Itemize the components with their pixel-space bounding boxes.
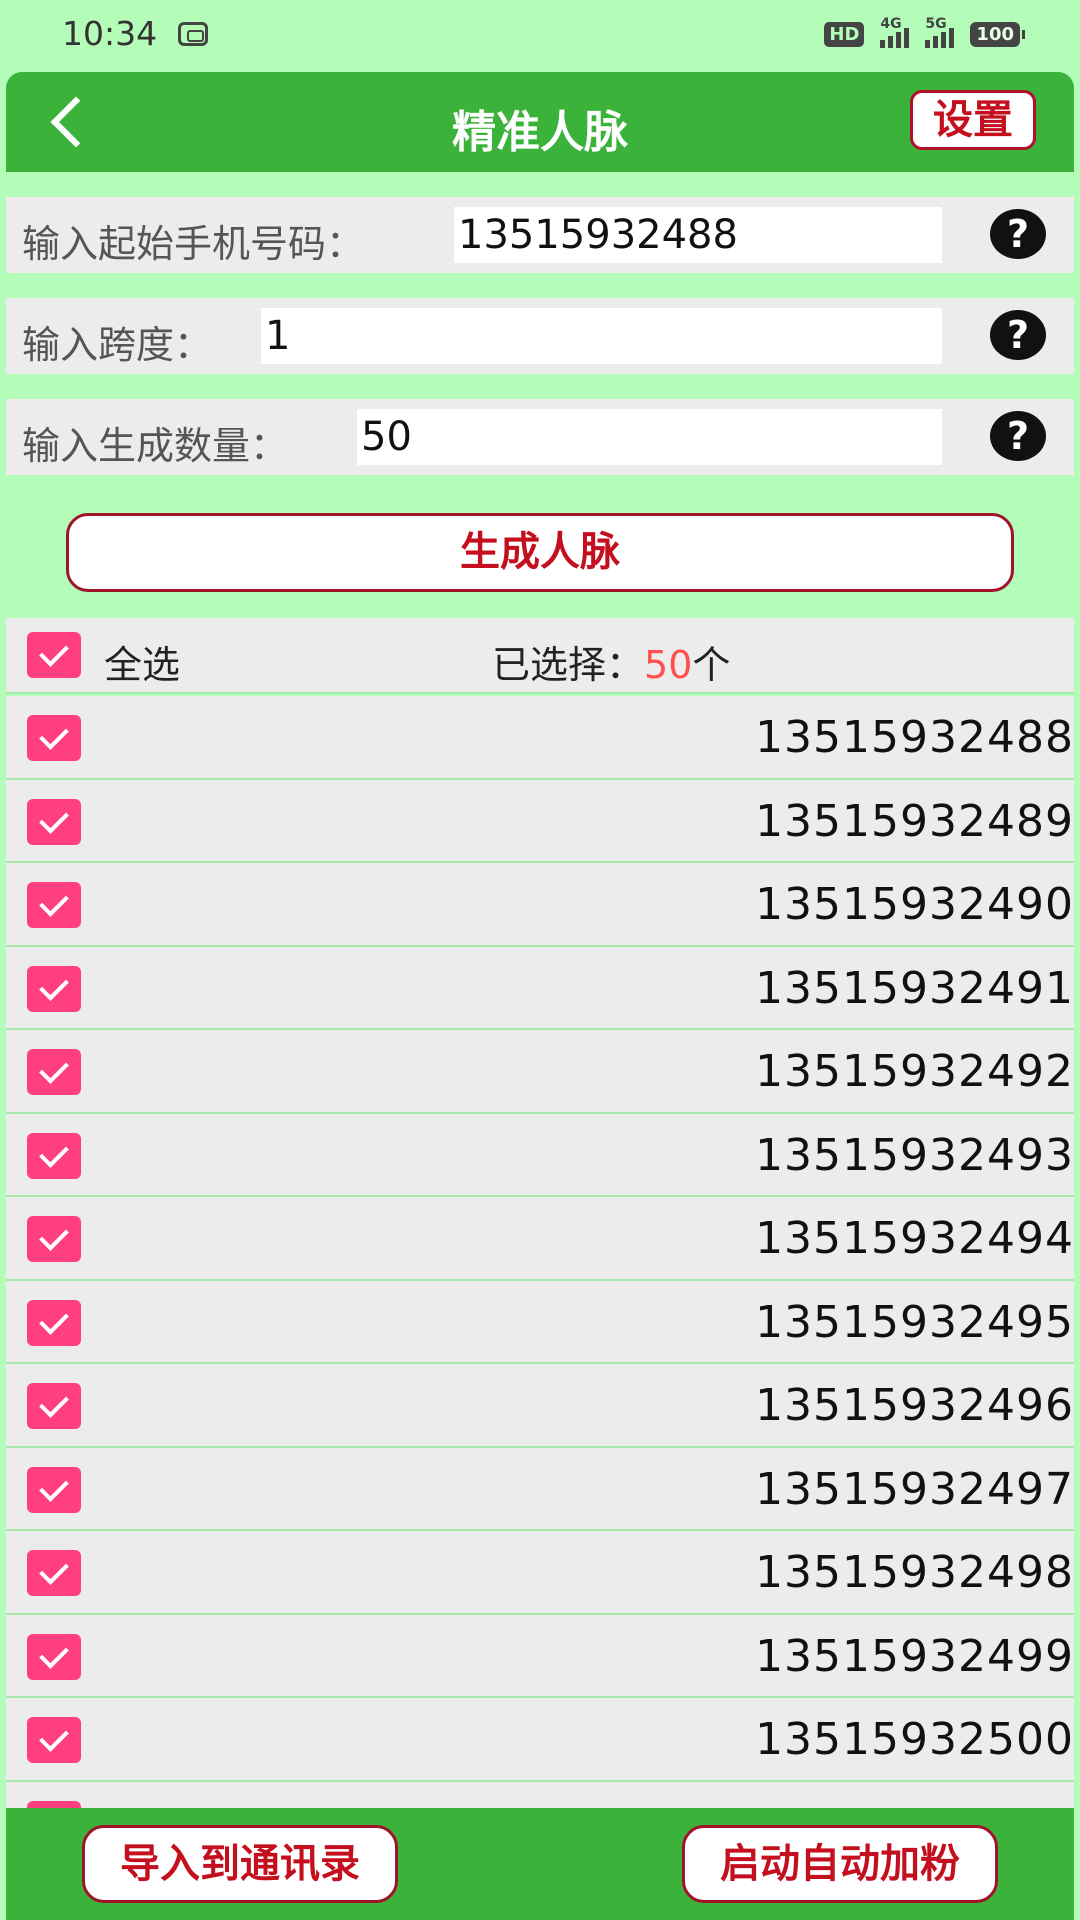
span-row: 输入跨度： ?	[6, 298, 1074, 374]
list-item[interactable]: 13515932497	[6, 1447, 1074, 1531]
item-checkbox[interactable]	[27, 965, 81, 1012]
list-item[interactable]: 13515932498	[6, 1531, 1074, 1615]
start-number-label: 输入起始手机号码：	[22, 222, 365, 266]
item-checkbox[interactable]	[27, 715, 81, 761]
import-contacts-button[interactable]: 导入到通讯录	[82, 1825, 398, 1903]
select-all-bar: 全选 已选择：50个	[6, 618, 1074, 694]
list-item[interactable]: 13515932494	[6, 1197, 1074, 1281]
phone-number: 13515932492	[755, 1046, 1074, 1097]
item-checkbox[interactable]	[27, 1049, 81, 1095]
status-bar: 10:34 HD 4G 5G 100	[0, 0, 1080, 72]
signal-4g-label: 4G	[880, 16, 902, 32]
help-icon[interactable]: ?	[990, 310, 1046, 360]
message-icon	[178, 22, 208, 46]
selected-count-text: 已选择：50个	[492, 634, 730, 689]
phone-number: 13515932498	[755, 1547, 1074, 1598]
bottom-action-bar: 导入到通讯录 启动自动加粉	[6, 1808, 1074, 1920]
selected-suffix: 个	[692, 643, 731, 687]
span-label: 输入跨度：	[22, 323, 213, 367]
list-item[interactable]: 13515932500	[6, 1698, 1074, 1782]
signal-5g-label: 5G	[925, 16, 947, 32]
item-checkbox[interactable]	[27, 1800, 81, 1808]
phone-number: 13515932495	[755, 1296, 1074, 1348]
item-checkbox[interactable]	[27, 1299, 81, 1346]
phone-number: 13515932499	[755, 1630, 1074, 1682]
select-all-label[interactable]: 全选	[104, 634, 180, 689]
item-checkbox[interactable]	[27, 1216, 81, 1262]
signal-4g-icon: 4G	[880, 16, 910, 48]
list-item[interactable]: 13515932493	[6, 1113, 1074, 1197]
item-checkbox[interactable]	[27, 1717, 81, 1763]
phone-number: 13515932493	[755, 1129, 1074, 1181]
count-label: 输入生成数量：	[22, 424, 289, 468]
start-number-row: 输入起始手机号码： ?	[6, 197, 1074, 273]
item-checkbox[interactable]	[27, 798, 81, 845]
item-checkbox[interactable]	[27, 1466, 81, 1513]
item-checkbox[interactable]	[27, 1633, 81, 1680]
list-item[interactable]: 13515932489	[6, 779, 1074, 863]
list-item[interactable]: 13515932491	[6, 946, 1074, 1030]
phone-number: 13515932490	[755, 879, 1074, 930]
span-input[interactable]	[261, 308, 942, 364]
settings-button[interactable]: 设置	[910, 90, 1036, 150]
battery-icon: 100	[970, 21, 1025, 47]
hd-icon: HD	[824, 21, 865, 47]
status-time: 10:34	[62, 14, 158, 53]
signal-5g-icon: 5G	[925, 16, 955, 48]
item-checkbox[interactable]	[27, 1383, 81, 1429]
phone-number: 13515932489	[755, 795, 1074, 847]
item-checkbox[interactable]	[27, 1132, 81, 1179]
item-checkbox[interactable]	[27, 1550, 81, 1596]
phone-number: 13515932496	[755, 1380, 1074, 1431]
phone-number: 13515932494	[755, 1213, 1074, 1264]
count-input[interactable]	[357, 409, 942, 465]
item-checkbox[interactable]	[27, 882, 81, 928]
list-item[interactable]: 13515932490	[6, 863, 1074, 947]
count-row: 输入生成数量： ?	[6, 399, 1074, 475]
list-item[interactable]	[6, 1781, 1074, 1808]
selected-prefix: 已选择：	[492, 643, 645, 687]
help-icon[interactable]: ?	[990, 209, 1046, 259]
help-icon[interactable]: ?	[990, 411, 1046, 461]
phone-number: 13515932488	[755, 712, 1074, 763]
list-item[interactable]: 13515932495	[6, 1280, 1074, 1364]
list-item[interactable]: 13515932499	[6, 1614, 1074, 1698]
status-indicators: HD 4G 5G 100	[824, 16, 1025, 48]
list-item[interactable]: 13515932496	[6, 1364, 1074, 1448]
auto-add-fans-button[interactable]: 启动自动加粉	[682, 1825, 998, 1903]
generate-button[interactable]: 生成人脉	[66, 513, 1014, 592]
app-header: 精准人脉 设置	[6, 72, 1074, 172]
phone-number: 13515932500	[755, 1714, 1074, 1765]
selected-count: 50	[644, 643, 693, 687]
phone-number: 13515932491	[755, 962, 1074, 1014]
start-number-input[interactable]	[454, 207, 942, 263]
select-all-checkbox[interactable]	[27, 632, 81, 678]
phone-number: 13515932497	[755, 1463, 1074, 1515]
phone-list[interactable]: 13515932488 13515932489 13515932490 1351…	[6, 696, 1074, 1808]
list-item[interactable]: 13515932492	[6, 1030, 1074, 1114]
list-item[interactable]: 13515932488	[6, 696, 1074, 780]
